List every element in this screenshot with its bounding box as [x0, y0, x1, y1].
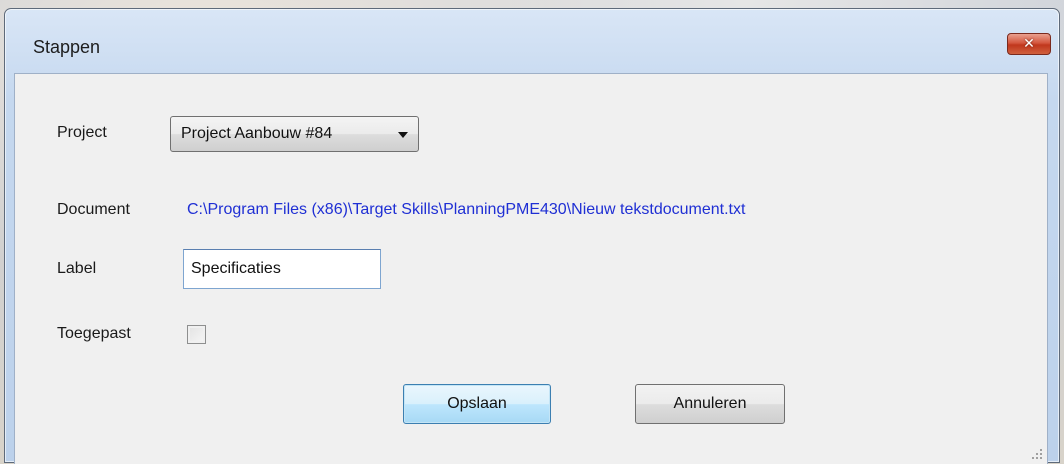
label-field-label: Label [57, 260, 97, 277]
window-title: Stappen [33, 37, 101, 57]
project-dropdown-value: Project Aanbouw #84 [181, 125, 333, 142]
project-dropdown[interactable]: Project Aanbouw #84 [170, 116, 419, 152]
document-path-link[interactable]: C:\Program Files (x86)\Target Skills\Pla… [187, 201, 745, 219]
chevron-down-icon [398, 132, 408, 138]
dialog-body: Project Project Aanbouw #84 Document C:\… [14, 73, 1048, 464]
project-label: Project [57, 124, 107, 141]
document-label: Document [57, 201, 130, 218]
resize-grip-icon[interactable] [1031, 448, 1043, 460]
applied-label: Toegepast [57, 325, 131, 342]
title-bar[interactable]: Stappen ✕ [5, 9, 1059, 81]
save-button[interactable]: Opslaan [403, 384, 551, 424]
cancel-button[interactable]: Annuleren [635, 384, 785, 424]
close-icon: ✕ [1023, 36, 1035, 52]
dialog-window: Stappen ✕ Project Project Aanbouw #84 Do… [4, 8, 1060, 464]
label-field[interactable] [183, 249, 381, 289]
label-input[interactable] [184, 250, 380, 288]
close-button[interactable]: ✕ [1007, 33, 1051, 55]
applied-checkbox[interactable] [187, 325, 206, 344]
